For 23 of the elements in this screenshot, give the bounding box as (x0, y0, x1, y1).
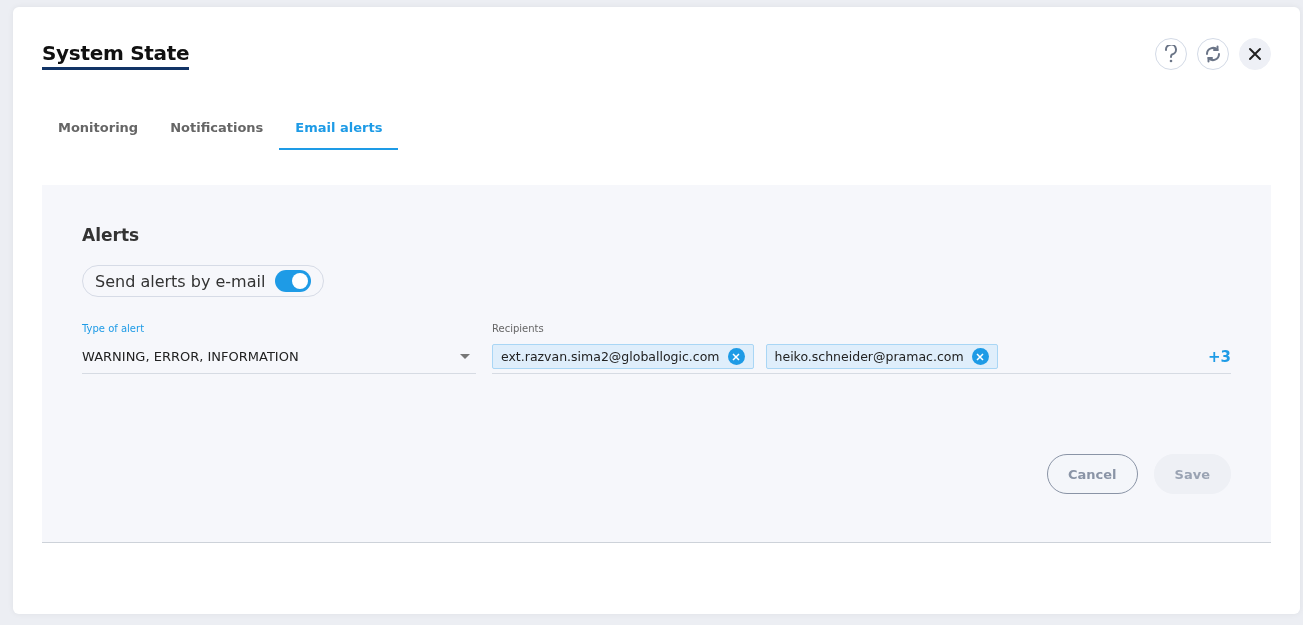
remove-button[interactable] (971, 348, 989, 365)
alert-type-dropdown[interactable]: WARNING, ERROR, INFORMATION (82, 340, 476, 374)
remove-button[interactable] (727, 348, 745, 365)
section-title: Alerts (82, 225, 141, 245)
close-button[interactable] (1239, 38, 1271, 70)
toggle-label: Send alerts by e-mail (95, 271, 266, 291)
close-icon (1248, 47, 1262, 61)
tab[interactable]: Email alerts (279, 112, 399, 150)
refresh-button[interactable] (1197, 38, 1229, 70)
field-label: Type of alert (82, 323, 146, 334)
recipient-email: ext.razvan.sima2@globallogic.com (501, 349, 720, 364)
window-title: System State (42, 37, 190, 70)
tab[interactable]: Notifications (154, 112, 280, 150)
close-icon (976, 352, 985, 361)
help-button[interactable] (1155, 38, 1187, 70)
refresh-icon (1204, 45, 1222, 63)
recipient-email: heiko.schneider@pramac.com (774, 349, 964, 364)
close-icon (732, 352, 741, 361)
field-label: Recipients (492, 323, 545, 334)
recipients-field[interactable]: ext.razvan.sima2@globallogic.com heiko.schneider@pramac.com +3 (492, 340, 1231, 374)
tab[interactable]: Monitoring (42, 112, 155, 150)
toggle-switch[interactable] (275, 270, 312, 292)
help-icon (1164, 45, 1178, 63)
